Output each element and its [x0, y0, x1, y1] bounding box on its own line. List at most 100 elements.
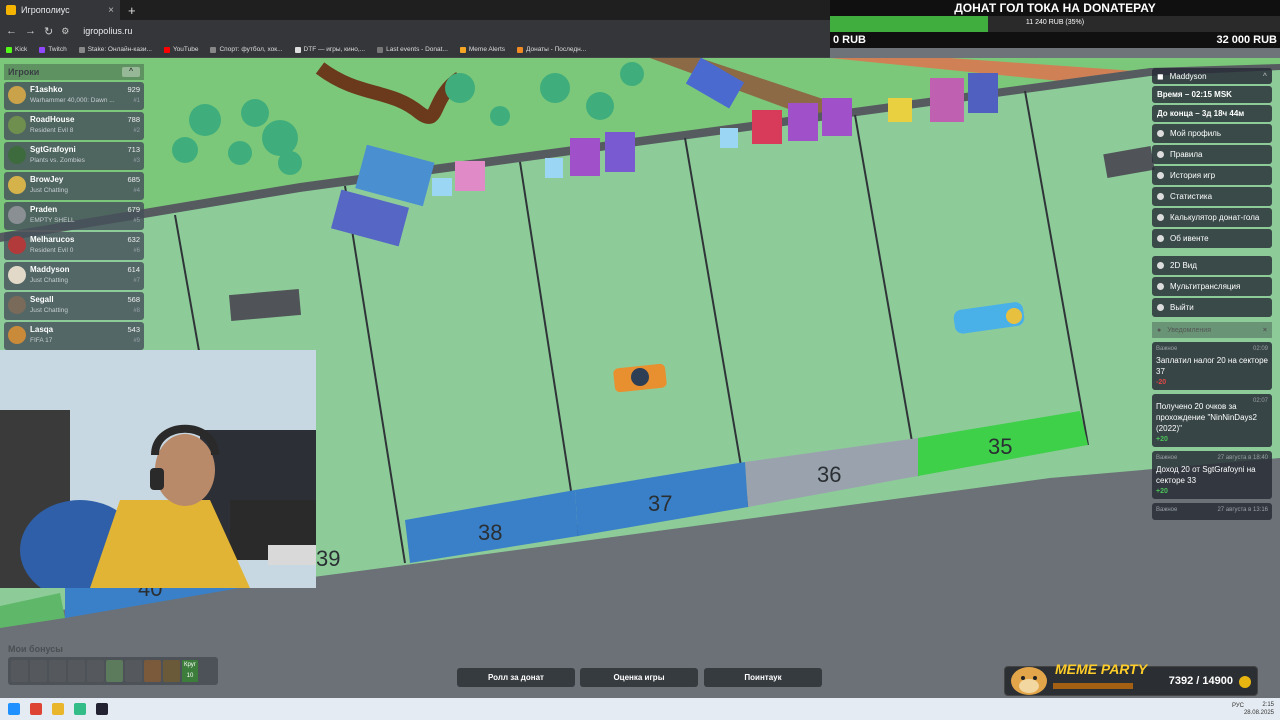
- player-rank: #5: [133, 218, 140, 224]
- pointauc-button[interactable]: Поинтаук: [704, 668, 822, 687]
- bookmark-donations[interactable]: Донаты - Последн...: [517, 46, 586, 53]
- bell-icon: ●: [1157, 326, 1162, 334]
- windows-start-icon[interactable]: [8, 703, 20, 715]
- language-indicator[interactable]: РУС: [1232, 703, 1244, 709]
- bonus-slot[interactable]: [87, 660, 104, 682]
- player-score: 788: [127, 115, 140, 124]
- yandex-browser-icon[interactable]: [30, 703, 42, 715]
- goal-max: 32 000 RUB: [1216, 34, 1277, 46]
- notification-delta: +20: [1156, 436, 1168, 443]
- player-rank: #6: [133, 248, 140, 254]
- player-avatar: [8, 176, 26, 194]
- player-game: Resident Evil 0: [30, 247, 74, 254]
- menu-item-label: Калькулятор донат-гола: [1170, 213, 1260, 222]
- meme-party-widget: MEME PARTY 7392 / 14900: [1004, 661, 1258, 696]
- menu-item-label: Об ивенте: [1170, 234, 1209, 243]
- player-avatar: [8, 206, 26, 224]
- players-panel: Игроки ^ F1ashko Warhammer 40,000: Dawn .…: [4, 64, 144, 350]
- menu-item-icon: [1157, 151, 1164, 158]
- bonus-slot[interactable]: [30, 660, 47, 682]
- coin-icon: [1239, 676, 1251, 688]
- player-name: BrowJey: [30, 175, 64, 184]
- goal-progress-text: 11 240 RUB (35%): [1025, 19, 1085, 26]
- steam-icon[interactable]: [96, 703, 108, 715]
- notification-item: Важное 27 августа в 13:16: [1152, 503, 1272, 520]
- time-row: Время – 02:15 MSK: [1152, 86, 1272, 103]
- notification-item: Важное 27 августа в 18:40 Доход 20 от SgtG…: [1152, 451, 1272, 499]
- close-tab-icon[interactable]: ×: [108, 5, 114, 16]
- player-game: EMPTY SHELL: [30, 217, 75, 224]
- username: Maddyson: [1169, 71, 1207, 81]
- bonus-slot[interactable]: [125, 660, 142, 682]
- goal-min: 0 RUB: [833, 34, 867, 46]
- menu-item[interactable]: Выйти: [1152, 298, 1272, 317]
- player-row[interactable]: Praden EMPTY SHELL 679 #5: [4, 202, 144, 230]
- file-explorer-icon[interactable]: [52, 703, 64, 715]
- forward-icon[interactable]: →: [25, 25, 36, 37]
- bookmark-youtube[interactable]: YouTube: [163, 46, 198, 53]
- bonus-slot[interactable]: [106, 660, 123, 682]
- bookmark-kick[interactable]: Kick: [6, 46, 27, 53]
- player-row[interactable]: Maddyson Just Chatting 614 #7: [4, 262, 144, 290]
- player-name: F1ashko: [30, 85, 63, 94]
- menu-item-icon: [1157, 193, 1164, 200]
- menu-item[interactable]: Статистика: [1152, 187, 1272, 206]
- collapse-icon[interactable]: ^: [122, 67, 140, 77]
- menu-item-icon: [1157, 172, 1164, 179]
- player-row[interactable]: Melharucos Resident Evil 0 632 #6: [4, 232, 144, 260]
- chrome-icon[interactable]: [74, 703, 86, 715]
- bonus-slot[interactable]: [11, 660, 28, 682]
- rate-game-button[interactable]: Оценка игры: [580, 668, 698, 687]
- player-row[interactable]: Segall Just Chatting 568 #8: [4, 292, 144, 320]
- tile-number-38: 38: [478, 520, 502, 545]
- tab-title: Игрополиус: [21, 5, 70, 15]
- menu-item[interactable]: Мой профиль: [1152, 124, 1272, 143]
- close-icon[interactable]: ×: [1263, 327, 1267, 334]
- player-row[interactable]: Lasqa FIFA 17 543 #9: [4, 322, 144, 350]
- browser-tab[interactable]: Игрополиус ×: [0, 0, 120, 20]
- chevron-up-icon[interactable]: ^: [1263, 73, 1267, 80]
- bookmark-last-events[interactable]: Last events - Donat...: [377, 46, 448, 53]
- player-row[interactable]: RoadHouse Resident Evil 8 788 #2: [4, 112, 144, 140]
- player-score: 568: [127, 295, 140, 304]
- menu-item[interactable]: Правила: [1152, 145, 1272, 164]
- menu-item[interactable]: История игр: [1152, 166, 1272, 185]
- bookmark-stake[interactable]: Stake: Онлайн-кази...: [78, 46, 152, 53]
- bonus-slot[interactable]: [68, 660, 85, 682]
- player-rank: #7: [133, 278, 140, 284]
- bookmark-dtf[interactable]: DTF — игры, кино,...: [294, 46, 365, 53]
- tile-number-36: 36: [817, 462, 841, 487]
- menu-item[interactable]: Мультитрансляция: [1152, 277, 1272, 296]
- player-row[interactable]: BrowJey Just Chatting 685 #4: [4, 172, 144, 200]
- new-tab-icon[interactable]: +: [128, 3, 136, 18]
- player-row[interactable]: F1ashko Warhammer 40,000: Dawn ... 929 #1: [4, 82, 144, 110]
- player-row[interactable]: SgtGrafoyni Plants vs. Zombies 713 #3: [4, 142, 144, 170]
- menu-item-label: Статистика: [1170, 192, 1213, 201]
- bonus-slot[interactable]: [163, 660, 180, 682]
- webcam-image: [0, 350, 316, 588]
- player-rank: #1: [133, 98, 140, 104]
- reload-icon[interactable]: ↻: [44, 25, 53, 38]
- menu-item[interactable]: Калькулятор донат-гола: [1152, 208, 1272, 227]
- bonus-slot[interactable]: [49, 660, 66, 682]
- notification-item: Важное 02:09 Заплатил налог 20 на секторе …: [1152, 342, 1272, 390]
- bonus-slot[interactable]: [144, 660, 161, 682]
- menu-item-label: Мой профиль: [1170, 129, 1222, 138]
- user-header[interactable]: ◼ Maddyson ^: [1152, 68, 1272, 84]
- player-score: 713: [127, 145, 140, 154]
- menu-item[interactable]: 2D Вид: [1152, 256, 1272, 275]
- site-info-icon[interactable]: ⚙: [61, 26, 69, 37]
- menu-item[interactable]: Об ивенте: [1152, 229, 1272, 248]
- address-bar[interactable]: igropolius.ru: [83, 26, 132, 36]
- system-clock[interactable]: 2:15 28.08.2025: [1244, 701, 1274, 717]
- notification-delta: +20: [1156, 488, 1168, 495]
- bookmark-twitch[interactable]: Twitch: [39, 46, 67, 53]
- roll-for-donation-button[interactable]: Ролл за донат: [457, 668, 575, 687]
- meme-party-count: 7392 / 14900: [1168, 675, 1233, 687]
- bookmark-sport[interactable]: Спорт: футбол, хок...: [210, 46, 283, 53]
- back-icon[interactable]: ←: [6, 25, 17, 37]
- bookmark-meme-alerts[interactable]: Meme Alerts: [459, 46, 505, 53]
- notification-time: 27 августа в 13:16: [1217, 507, 1268, 513]
- player-score: 543: [127, 325, 140, 334]
- browser-toolbar: ← → ↻ ⚙ igropolius.ru: [0, 20, 830, 42]
